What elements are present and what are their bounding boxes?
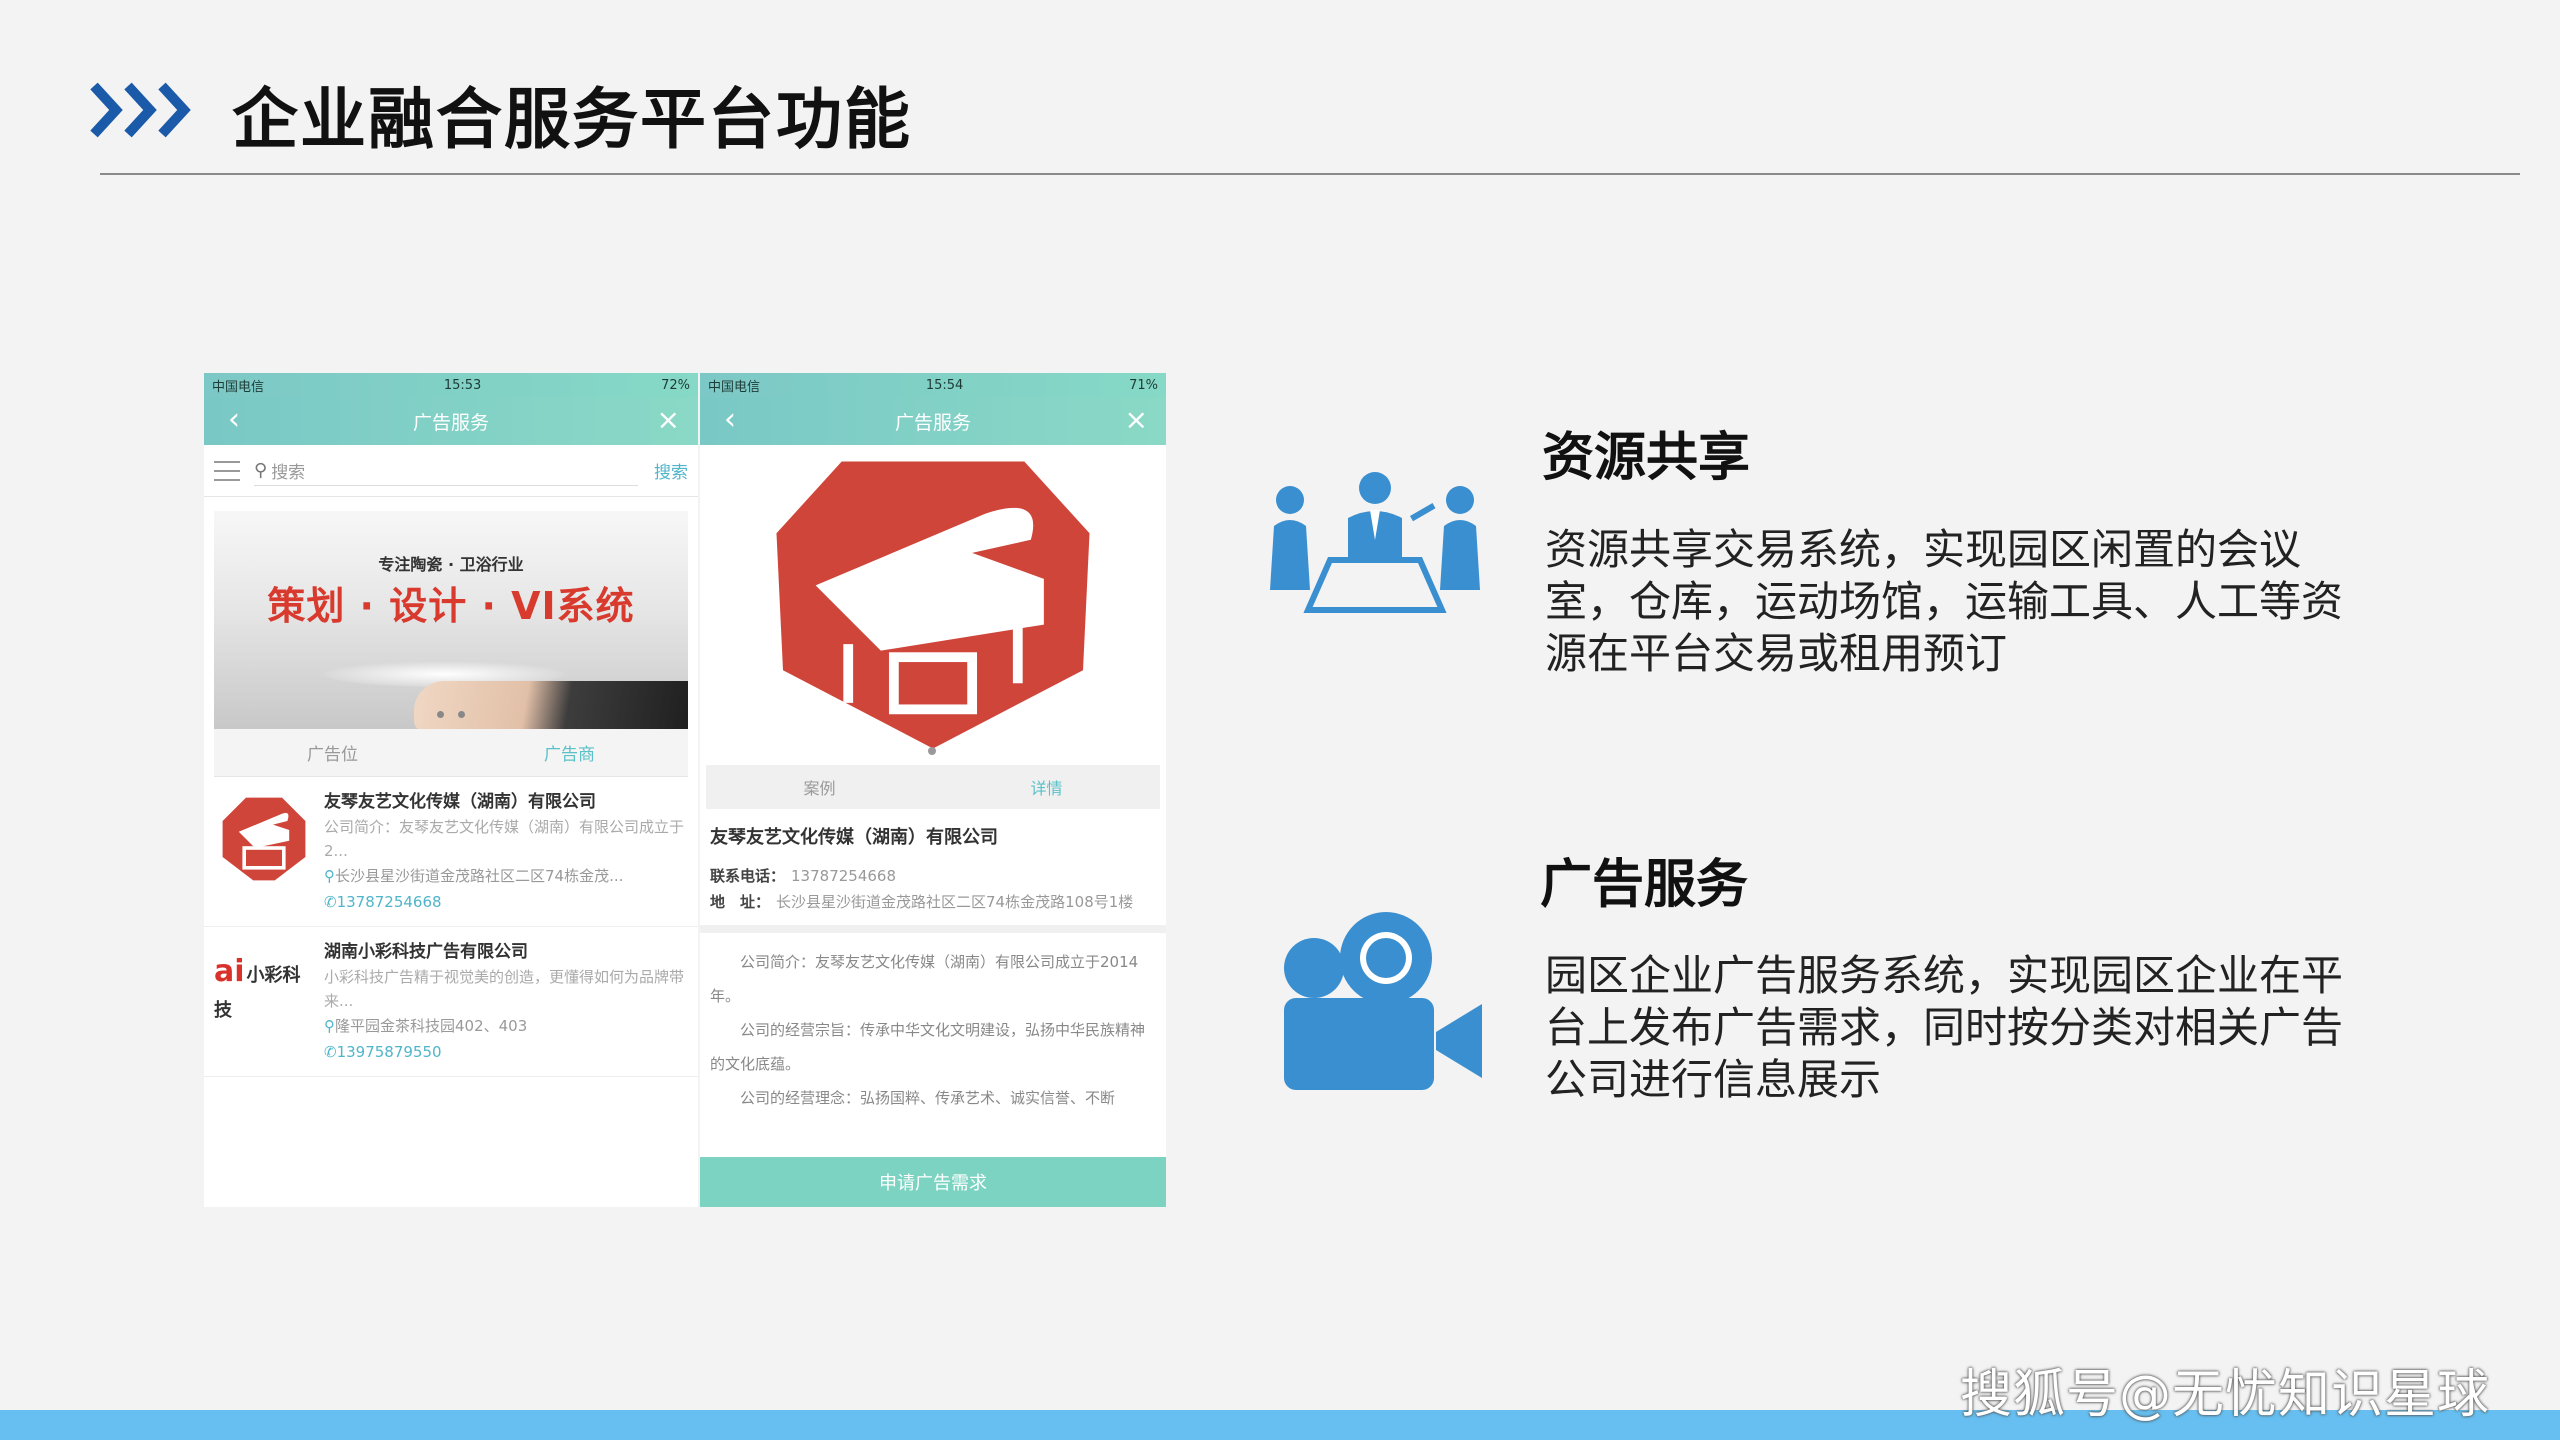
- phone-screenshot-list: 中国电信 15:53 72% ‹ 广告服务 × ⚲ 搜索 搜索 专注陶瓷 · 卫…: [204, 373, 698, 1207]
- search-placeholder: 搜索: [271, 462, 306, 483]
- ad-banner[interactable]: 专注陶瓷 · 卫浴行业 策划 · 设计 · VI系统: [214, 511, 688, 729]
- carrier-label: 中国电信: [708, 379, 761, 395]
- close-icon[interactable]: ×: [1125, 405, 1148, 435]
- company-desc: 公司简介：友琴友艺文化传媒（湖南）有限公司成立于2...: [324, 818, 685, 860]
- close-icon[interactable]: ×: [657, 405, 680, 435]
- phone-label: 联系电话：: [710, 867, 786, 885]
- tab-ad-slot[interactable]: 广告位: [214, 740, 451, 765]
- back-icon[interactable]: ‹: [228, 405, 240, 435]
- search-row: ⚲ 搜索 搜索: [204, 445, 698, 497]
- phone-icon: ✆: [324, 893, 337, 911]
- watermark: 搜狐号@无忧知识星球: [1959, 1365, 2490, 1425]
- feature-description: 园区企业广告服务系统，实现园区企业在平台上发布广告需求，同时按分类对相关广告公司…: [1545, 951, 2344, 1104]
- logo-text: ai: [214, 954, 245, 989]
- nav-title: 广告服务: [894, 411, 971, 434]
- address-label: 地 址：: [710, 893, 771, 911]
- back-icon[interactable]: ‹: [724, 405, 736, 435]
- company-intro: 公司简介：友琴友艺文化传媒（湖南）有限公司成立于2014年。 公司的经营宗旨：传…: [700, 933, 1166, 1127]
- search-input[interactable]: ⚲ 搜索: [254, 456, 638, 486]
- company-address: 隆平园金茶科技园402、403: [335, 1017, 528, 1035]
- carrier-label: 中国电信: [212, 379, 265, 395]
- title-divider: [100, 173, 2520, 175]
- video-camera-icon: [1284, 912, 1482, 1090]
- company-logo: ai 小彩科技: [214, 939, 314, 1039]
- list-item[interactable]: 友琴友艺文化传媒（湖南）有限公司 公司简介：友琴友艺文化传媒（湖南）有限公司成立…: [204, 777, 698, 927]
- page-title: 企业融合服务平台功能: [232, 81, 912, 158]
- list-item[interactable]: ai 小彩科技 湖南小彩科技广告有限公司 小彩科技广告精于视觉美的创造，更懂得如何…: [204, 927, 698, 1077]
- company-phone[interactable]: 13975879550: [337, 1043, 442, 1061]
- company-detail: 友琴友艺文化传媒（湖南）有限公司 联系电话： 13787254668 地 址： 长沙…: [700, 809, 1166, 933]
- nav-bar: ‹ 广告服务 ×: [204, 397, 698, 445]
- carousel-dot: [928, 747, 936, 755]
- status-bar: 中国电信 15:53 72%: [204, 373, 698, 397]
- feature-title: 广告服务: [1540, 855, 1749, 915]
- status-bar: 中国电信 15:54 71%: [700, 373, 1166, 397]
- intro-paragraph: 公司的经营理念：弘扬国粹、传承艺术、诚实信誉、不断: [740, 1089, 1116, 1107]
- banner-headline: 策划 · 设计 · VI系统: [267, 584, 635, 628]
- company-logo: [214, 789, 314, 889]
- tab-bar: 广告位 广告商: [214, 729, 688, 777]
- intro-paragraph: 公司的经营宗旨：传承中华文化文明建设，弘扬中华民族精神的文化底蕴。: [710, 1021, 1146, 1073]
- company-address: 长沙县星沙街道金茂路社区二区74栋金茂...: [335, 867, 624, 885]
- chevrons-icon: [90, 82, 191, 138]
- nav-bar: ‹ 广告服务 ×: [700, 397, 1166, 445]
- phone-icon: ✆: [324, 1043, 337, 1061]
- feature-title: 资源共享: [1542, 428, 1751, 488]
- battery-label: 71%: [1129, 377, 1158, 393]
- tab-cases[interactable]: 案例: [706, 775, 933, 799]
- company-name: 友琴友艺文化传媒（湖南）有限公司: [324, 792, 596, 812]
- search-icon: ⚲: [254, 459, 268, 481]
- company-address: 长沙县星沙街道金茂路社区二区74栋金茂路108号1楼: [776, 893, 1134, 911]
- company-name: 友琴友艺文化传媒（湖南）有限公司: [710, 827, 998, 848]
- company-logo-large: [700, 445, 1166, 765]
- company-desc: 小彩科技广告精于视觉美的创造，更懂得如何为品牌带来...: [324, 968, 685, 1010]
- nav-title: 广告服务: [412, 411, 489, 434]
- banner-subtitle: 专注陶瓷 · 卫浴行业: [378, 555, 524, 574]
- feature-description: 资源共享交易系统，实现园区闲置的会议室，仓库，运动场馆，运输工具、人工等资源在平…: [1545, 525, 2344, 678]
- search-button[interactable]: 搜索: [654, 458, 688, 483]
- tab-advertiser[interactable]: 广告商: [451, 740, 688, 765]
- menu-icon[interactable]: [214, 460, 240, 481]
- company-phone[interactable]: 13787254668: [791, 867, 896, 885]
- intro-paragraph: 公司简介：友琴友艺文化传媒（湖南）有限公司成立于2014年。: [710, 953, 1139, 1005]
- company-name: 湖南小彩科技广告有限公司: [324, 942, 528, 962]
- tab-bar: 案例 详情: [706, 765, 1160, 809]
- apply-ad-button[interactable]: 申请广告需求: [700, 1157, 1166, 1207]
- phone-screenshot-detail: 中国电信 15:54 71% ‹ 广告服务 × 案例 详情 友琴友艺文化传媒（湖…: [700, 373, 1166, 1207]
- meeting-icon: [1270, 472, 1480, 613]
- location-icon: ⚲: [324, 867, 335, 885]
- battery-label: 72%: [661, 377, 690, 393]
- slide: 企业融合服务平台功能 中国电信 15:53 72% ‹ 广告服务 × ⚲ 搜索 …: [0, 0, 2560, 1440]
- status-time: 15:53: [443, 377, 482, 393]
- location-icon: ⚲: [324, 1017, 335, 1035]
- carousel-dots: [214, 703, 688, 722]
- company-phone[interactable]: 13787254668: [337, 893, 442, 911]
- status-time: 15:54: [925, 377, 964, 393]
- tab-details[interactable]: 详情: [933, 775, 1160, 799]
